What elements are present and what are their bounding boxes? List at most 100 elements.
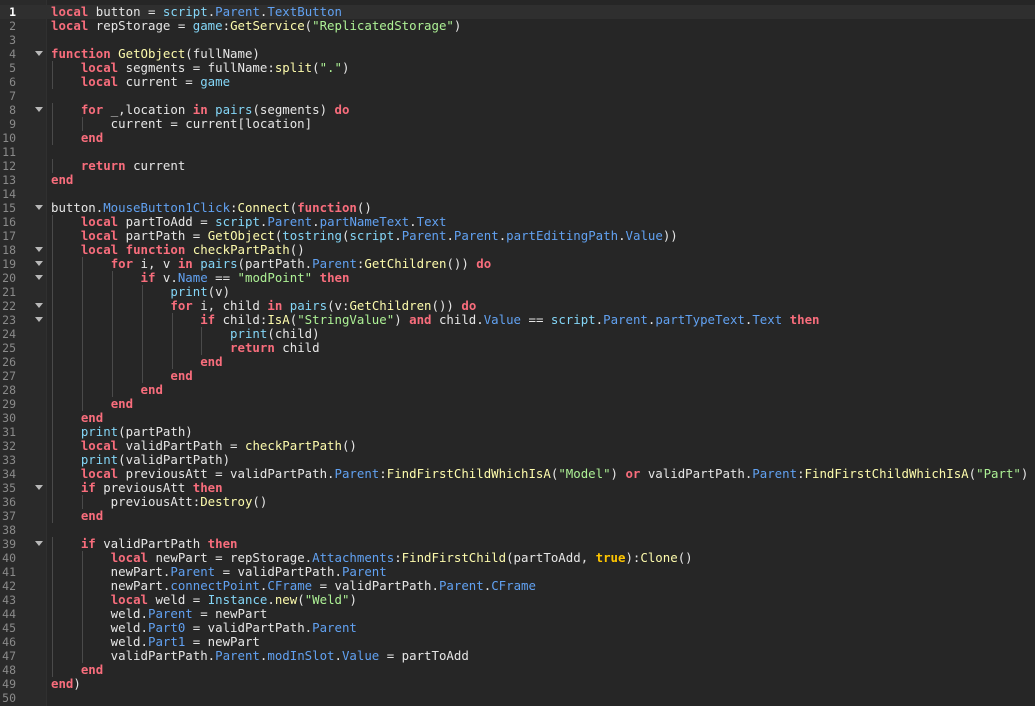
keyword-token: end <box>140 382 163 397</box>
code-line[interactable]: 46 weld.Part1 = newPart <box>0 635 1035 649</box>
code-line[interactable]: 43 local weld = Instance.new("Weld") <box>0 593 1035 607</box>
fold-arrow-icon[interactable] <box>35 51 43 56</box>
code-line[interactable]: 8 for _,location in pairs(segments) do <box>0 103 1035 117</box>
property-token: Parent <box>334 466 380 481</box>
code-line[interactable]: 28 end <box>0 383 1035 397</box>
code-line[interactable]: 27 end <box>0 369 1035 383</box>
code-line[interactable]: 44 weld.Parent = newPart <box>0 607 1035 621</box>
code-line[interactable]: 1 local button = script.Parent.TextButton <box>0 5 1035 19</box>
identifier-token: validPartPath = <box>118 438 245 453</box>
fold-arrow-icon[interactable] <box>35 275 43 280</box>
line-text: print(child) <box>51 327 320 341</box>
identifier-token: newPart. <box>51 564 171 579</box>
line-number: 9 <box>9 117 16 131</box>
code-line[interactable]: 22 for i, child in pairs(v:GetChildren()… <box>0 299 1035 313</box>
line-text: newPart.Parent = validPartPath.Parent <box>51 565 387 579</box>
identifier-token <box>51 214 81 229</box>
line-number: 17 <box>2 229 16 243</box>
fold-arrow-icon[interactable] <box>35 261 43 266</box>
code-line[interactable]: 39 if validPartPath then <box>0 537 1035 551</box>
fold-arrow-icon[interactable] <box>35 303 43 308</box>
keyword-token: in <box>177 256 193 271</box>
code-line[interactable]: 23 if child:IsA("StringValue") and child… <box>0 313 1035 327</box>
code-line[interactable]: 17 local partPath = GetObject(tostring(s… <box>0 229 1035 243</box>
code-line[interactable]: 42 newPart.connectPoint.CFrame = validPa… <box>0 579 1035 593</box>
code-line[interactable]: 19 for i, v in pairs(partPath.Parent:Get… <box>0 257 1035 271</box>
code-line[interactable]: 14 <box>0 187 1035 201</box>
identifier-token: () <box>677 550 693 565</box>
fold-arrow-icon[interactable] <box>35 541 43 546</box>
keyword-token: if <box>200 312 216 327</box>
identifier-token: . <box>334 648 342 663</box>
script-editor[interactable]: 1 local button = script.Parent.TextButton… <box>0 0 1035 706</box>
code-line[interactable]: 3 <box>0 33 1035 47</box>
identifier-token <box>51 130 81 145</box>
keyword-token: function <box>125 242 186 257</box>
line-number: 38 <box>2 523 16 537</box>
code-line[interactable]: 9 current = current[location] <box>0 117 1035 131</box>
line-text: end <box>51 355 222 369</box>
code-line[interactable]: 20 if v.Name == "modPoint" then <box>0 271 1035 285</box>
code-line[interactable]: 10 end <box>0 131 1035 145</box>
code-line[interactable]: 29 end <box>0 397 1035 411</box>
keyword-token: function <box>51 46 111 61</box>
string-token: "Part" <box>976 466 1021 481</box>
code-line[interactable]: 31 print(partPath) <box>0 425 1035 439</box>
identifier-token: (partPath) <box>118 424 193 439</box>
code-line[interactable]: 5 local segments = fullName:split(".") <box>0 61 1035 75</box>
identifier-token: current = <box>118 74 201 89</box>
code-line[interactable]: 38 <box>0 523 1035 537</box>
function-token: GetObject <box>207 228 275 243</box>
code-line[interactable]: 15 button.MouseButton1Click:Connect(funct… <box>0 201 1035 216</box>
code-area[interactable]: 1 local button = script.Parent.TextButton… <box>0 5 1035 705</box>
fold-arrow-icon[interactable] <box>35 205 43 210</box>
code-line[interactable]: 40 local newPart = repStorage.Attachment… <box>0 551 1035 565</box>
fold-arrow-icon[interactable] <box>35 317 43 322</box>
code-line[interactable]: 47 validPartPath.Parent.modInSlot.Value … <box>0 649 1035 663</box>
keyword-token: local <box>110 550 148 565</box>
code-line[interactable]: 4 function GetObject(fullName) <box>0 46 1035 62</box>
fold-arrow-icon[interactable] <box>35 485 43 490</box>
identifier-token <box>51 536 81 551</box>
code-line[interactable]: 45 weld.Part0 = validPartPath.Parent <box>0 621 1035 635</box>
code-line[interactable]: 48 end <box>0 663 1035 677</box>
function-token: FindFirstChildWhichIsA <box>804 466 969 481</box>
identifier-token: = newPart <box>192 606 268 621</box>
code-line[interactable]: 21 print(v) <box>0 285 1035 299</box>
code-line[interactable]: 34 local previousAtt = validPartPath.Par… <box>0 467 1035 481</box>
fold-arrow-icon[interactable] <box>35 107 43 112</box>
identifier-token: = newPart <box>185 634 260 649</box>
identifier-token: ) <box>1020 466 1029 481</box>
identifier-token <box>51 480 81 495</box>
code-line[interactable]: 7 <box>0 89 1035 103</box>
code-line[interactable]: 24 print(child) <box>0 327 1035 341</box>
property-token: Value <box>341 648 380 663</box>
keyword-token: or <box>625 466 641 481</box>
code-line[interactable]: 33 print(validPartPath) <box>0 453 1035 467</box>
code-line[interactable]: 35 if previousAtt then <box>0 481 1035 495</box>
code-line[interactable]: 11 <box>0 145 1035 159</box>
code-line[interactable]: 41 newPart.Parent = validPartPath.Parent <box>0 565 1035 579</box>
fold-arrow-icon[interactable] <box>35 247 43 252</box>
keyword-token: if <box>80 536 96 551</box>
builtin-token: pairs <box>215 102 253 117</box>
code-line[interactable]: 32 local validPartPath = checkPartPath() <box>0 439 1035 453</box>
keyword-token: local <box>80 74 119 89</box>
code-line[interactable]: 49 end) <box>0 677 1035 692</box>
identifier-token: ) <box>610 466 626 481</box>
line-text: for i, v in pairs(partPath.Parent:GetChi… <box>51 256 492 271</box>
code-line[interactable]: 2 local repStorage = game:GetService("Rep… <box>0 19 1035 34</box>
code-line[interactable]: 25 return child <box>0 341 1035 355</box>
code-line[interactable]: 12 return current <box>0 159 1035 173</box>
code-line[interactable]: 16 local partToAdd = script.Parent.partN… <box>0 215 1035 229</box>
code-line[interactable]: 37 end <box>0 509 1035 523</box>
string-token: "Weld" <box>304 592 350 607</box>
code-line[interactable]: 18 local function checkPartPath() <box>0 243 1035 257</box>
code-line[interactable]: 36 previousAtt:Destroy() <box>0 495 1035 509</box>
keyword-token: local <box>80 438 119 453</box>
code-line[interactable]: 30 end <box>0 411 1035 425</box>
code-line[interactable]: 50 <box>0 691 1035 705</box>
code-line[interactable]: 6 local current = game <box>0 75 1035 89</box>
code-line[interactable]: 26 end <box>0 355 1035 369</box>
code-line[interactable]: 13 end <box>0 173 1035 188</box>
